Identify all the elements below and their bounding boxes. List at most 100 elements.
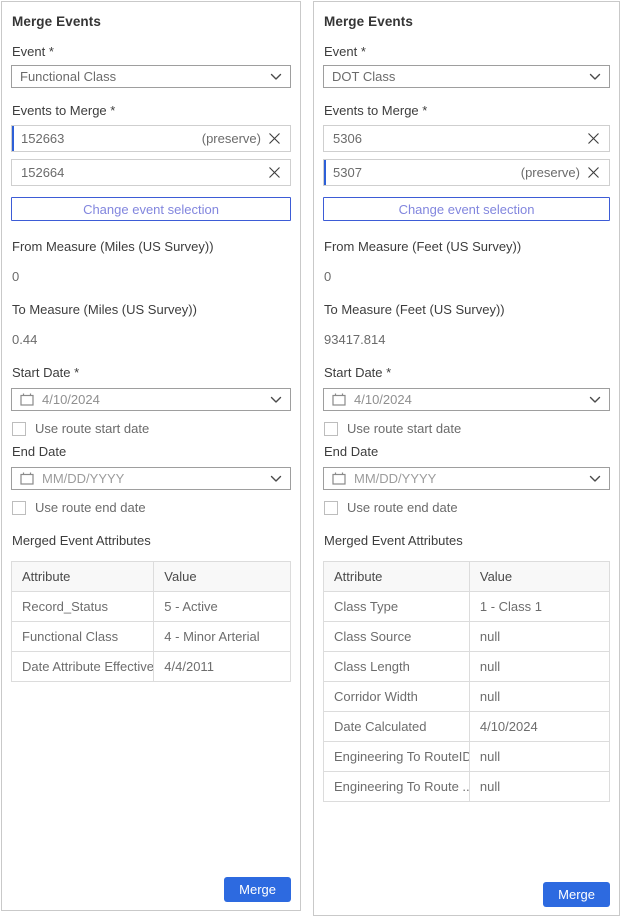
value-cell: 4/10/2024 bbox=[469, 712, 609, 742]
start-date-value: 4/10/2024 bbox=[354, 392, 589, 407]
use-route-end-date-checkbox[interactable]: Use route end date bbox=[324, 500, 610, 515]
event-label: Event * bbox=[324, 44, 610, 59]
table-row: Class Source null bbox=[324, 622, 610, 652]
use-route-start-date-checkbox[interactable]: Use route start date bbox=[324, 421, 610, 436]
event-select[interactable]: DOT Class bbox=[323, 65, 610, 88]
event-id: 5307 bbox=[333, 165, 521, 180]
event-to-merge-item: 5307 (preserve) bbox=[323, 159, 610, 186]
calendar-icon bbox=[20, 472, 34, 485]
event-to-merge-item: 152663 (preserve) bbox=[11, 125, 291, 152]
attribute-cell: Date Attribute Effective bbox=[12, 652, 154, 682]
from-measure-label: From Measure (Miles (US Survey)) bbox=[12, 239, 291, 254]
event-select-value: Functional Class bbox=[20, 69, 270, 84]
event-select[interactable]: Functional Class bbox=[11, 65, 291, 88]
close-icon[interactable] bbox=[587, 132, 600, 145]
end-date-label: End Date bbox=[324, 444, 610, 459]
change-event-selection-button[interactable]: Change event selection bbox=[323, 197, 610, 221]
attribute-cell: Class Source bbox=[324, 622, 470, 652]
change-event-selection-button[interactable]: Change event selection bbox=[11, 197, 291, 221]
attribute-cell: Corridor Width bbox=[324, 682, 470, 712]
use-route-start-date-checkbox[interactable]: Use route start date bbox=[12, 421, 291, 436]
event-id: 152663 bbox=[21, 131, 202, 146]
end-date-value: MM/DD/YYYY bbox=[42, 471, 270, 486]
checkbox-label: Use route start date bbox=[347, 421, 461, 436]
chevron-down-icon bbox=[270, 73, 282, 81]
checkbox-icon bbox=[324, 501, 338, 515]
table-row: Date Calculated 4/10/2024 bbox=[324, 712, 610, 742]
start-date-label: Start Date * bbox=[324, 365, 610, 380]
merge-button[interactable]: Merge bbox=[224, 877, 291, 902]
to-measure-value: 93417.814 bbox=[324, 332, 610, 347]
table-row: Date Attribute Effective 4/4/2011 bbox=[12, 652, 291, 682]
to-measure-label: To Measure (Feet (US Survey)) bbox=[324, 302, 610, 317]
event-select-value: DOT Class bbox=[332, 69, 589, 84]
close-icon[interactable] bbox=[268, 132, 281, 145]
calendar-icon bbox=[20, 393, 34, 406]
event-to-merge-item: 5306 bbox=[323, 125, 610, 152]
table-row: Engineering To RouteID null bbox=[324, 742, 610, 772]
table-header-row: Attribute Value bbox=[12, 562, 291, 592]
event-id: 152664 bbox=[21, 165, 261, 180]
value-cell: 4 - Minor Arterial bbox=[154, 622, 291, 652]
checkbox-label: Use route start date bbox=[35, 421, 149, 436]
merge-events-panel-right: Merge Events Event * DOT Class Events to… bbox=[313, 1, 620, 916]
attribute-cell: Record_Status bbox=[12, 592, 154, 622]
column-header-attribute: Attribute bbox=[324, 562, 470, 592]
calendar-icon bbox=[332, 393, 346, 406]
table-row: Record_Status 5 - Active bbox=[12, 592, 291, 622]
chevron-down-icon bbox=[270, 396, 282, 404]
merge-events-panel-left: Merge Events Event * Functional Class Ev… bbox=[1, 1, 301, 911]
end-date-value: MM/DD/YYYY bbox=[354, 471, 589, 486]
value-cell: 4/4/2011 bbox=[154, 652, 291, 682]
event-to-merge-item: 152664 bbox=[11, 159, 291, 186]
merge-events-app: Merge Events Event * Functional Class Ev… bbox=[0, 0, 621, 917]
from-measure-label: From Measure (Feet (US Survey)) bbox=[324, 239, 610, 254]
column-header-value: Value bbox=[154, 562, 291, 592]
merged-event-attributes-title: Merged Event Attributes bbox=[12, 533, 291, 548]
chevron-down-icon bbox=[589, 396, 601, 404]
calendar-icon bbox=[332, 472, 346, 485]
value-cell: 5 - Active bbox=[154, 592, 291, 622]
table-row: Engineering To Route ... null bbox=[324, 772, 610, 802]
column-header-attribute: Attribute bbox=[12, 562, 154, 592]
close-icon[interactable] bbox=[268, 166, 281, 179]
attribute-cell: Engineering To Route ... bbox=[324, 772, 470, 802]
attribute-cell: Engineering To RouteID bbox=[324, 742, 470, 772]
start-date-label: Start Date * bbox=[12, 365, 291, 380]
attribute-cell: Functional Class bbox=[12, 622, 154, 652]
attribute-cell: Class Length bbox=[324, 652, 470, 682]
value-cell: null bbox=[469, 682, 609, 712]
chevron-down-icon bbox=[270, 475, 282, 483]
start-date-input[interactable]: 4/10/2024 bbox=[323, 388, 610, 411]
end-date-input[interactable]: MM/DD/YYYY bbox=[323, 467, 610, 490]
column-header-value: Value bbox=[469, 562, 609, 592]
checkbox-icon bbox=[12, 501, 26, 515]
to-measure-label: To Measure (Miles (US Survey)) bbox=[12, 302, 291, 317]
from-measure-value: 0 bbox=[12, 269, 291, 284]
preserve-label: (preserve) bbox=[521, 165, 580, 180]
value-cell: 1 - Class 1 bbox=[469, 592, 609, 622]
table-row: Corridor Width null bbox=[324, 682, 610, 712]
panel-footer: Merge bbox=[11, 877, 291, 905]
events-to-merge-label: Events to Merge * bbox=[12, 103, 291, 118]
from-measure-value: 0 bbox=[324, 269, 610, 284]
use-route-end-date-checkbox[interactable]: Use route end date bbox=[12, 500, 291, 515]
table-header-row: Attribute Value bbox=[324, 562, 610, 592]
close-icon[interactable] bbox=[587, 166, 600, 179]
preserve-label: (preserve) bbox=[202, 131, 261, 146]
end-date-input[interactable]: MM/DD/YYYY bbox=[11, 467, 291, 490]
chevron-down-icon bbox=[589, 475, 601, 483]
to-measure-value: 0.44 bbox=[12, 332, 291, 347]
value-cell: null bbox=[469, 652, 609, 682]
start-date-input[interactable]: 4/10/2024 bbox=[11, 388, 291, 411]
merged-event-attributes-table: Attribute Value Record_Status 5 - Active… bbox=[11, 561, 291, 682]
table-row: Class Length null bbox=[324, 652, 610, 682]
checkbox-icon bbox=[324, 422, 338, 436]
merged-event-attributes-table: Attribute Value Class Type 1 - Class 1 C… bbox=[323, 561, 610, 802]
events-to-merge-label: Events to Merge * bbox=[324, 103, 610, 118]
chevron-down-icon bbox=[589, 73, 601, 81]
merge-button[interactable]: Merge bbox=[543, 882, 610, 907]
start-date-value: 4/10/2024 bbox=[42, 392, 270, 407]
event-label: Event * bbox=[12, 44, 291, 59]
attribute-cell: Date Calculated bbox=[324, 712, 470, 742]
